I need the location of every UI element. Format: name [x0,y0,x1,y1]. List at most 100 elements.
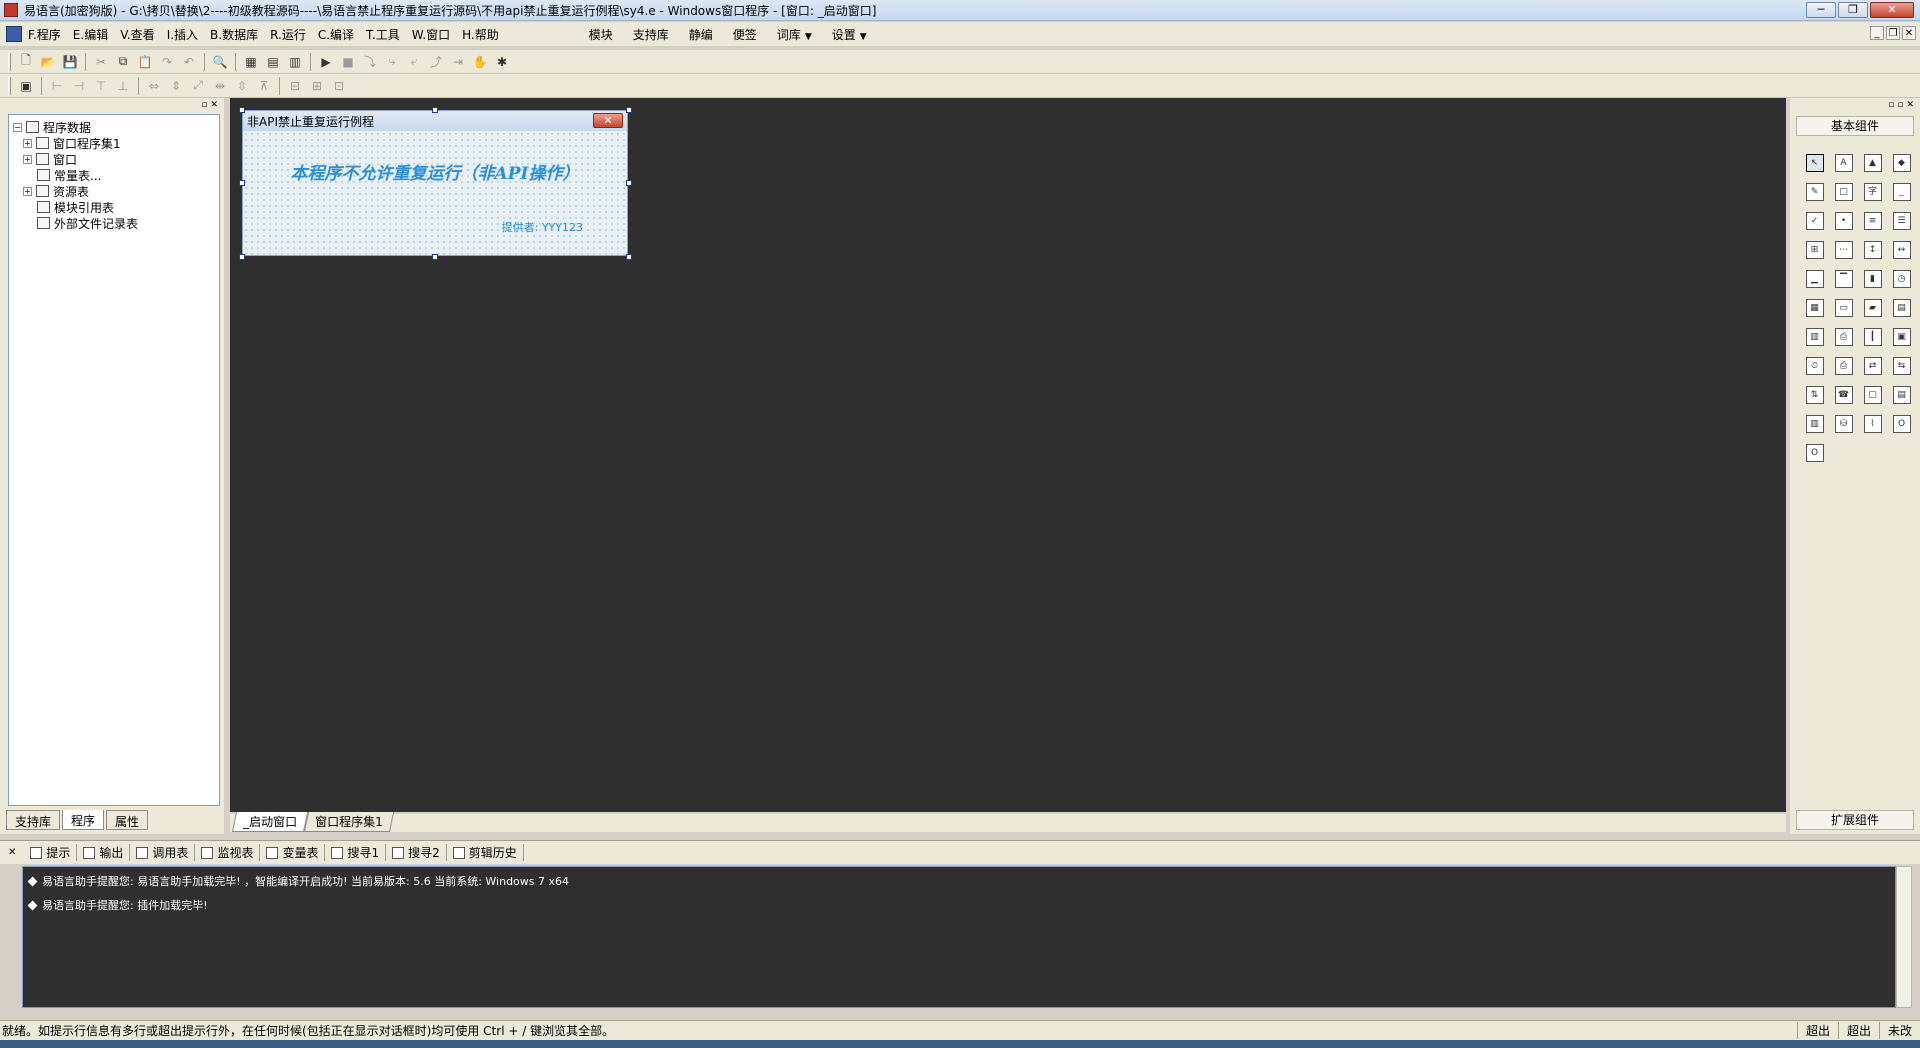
run-to-cursor-icon[interactable]: ⇥ [447,52,469,72]
step-over-icon[interactable]: ⤶ [403,52,425,72]
layout2-icon[interactable]: ▤ [262,52,284,72]
component-radio[interactable]: • [1829,206,1858,235]
tab-program[interactable]: 程序 [62,810,105,830]
menu-app-icon[interactable] [6,26,22,42]
debug-icon[interactable]: ✱ [491,52,513,72]
calc-icon[interactable]: ▣ [15,76,37,96]
tab-window-class[interactable]: 窗口程序集1 [303,812,394,832]
save-icon[interactable]: 💾 [59,52,81,72]
collapse-icon[interactable]: − [13,122,22,132]
align-left-icon[interactable]: ⊢ [46,76,68,96]
form-window[interactable]: 非API禁止重复运行例程 ✕ 本程序不允许重复运行（非API操作） 提供者: Y… [242,110,628,256]
step-out-icon[interactable]: ⤴ [425,52,447,72]
menu-notes[interactable]: 便签 [733,26,757,43]
component-window[interactable]: ▢ [1858,380,1887,409]
component-print[interactable]: ⎙ [1829,351,1858,380]
resize-handle[interactable] [432,107,438,113]
resize-handle[interactable] [239,254,245,260]
form-close-button[interactable]: ✕ [593,113,623,128]
component-dbtable[interactable]: ▥ [1800,409,1829,438]
run-icon[interactable]: ▶ [315,52,337,72]
stop-icon[interactable]: ■ [337,52,359,72]
expand-icon[interactable]: + [23,186,32,196]
tree-item-constants[interactable]: 常量表... [13,167,215,183]
menu-edit[interactable]: E.编辑 [73,26,108,43]
resize-handle[interactable] [626,180,632,186]
component-odbc2[interactable]: O [1800,438,1829,467]
layout-icon[interactable]: ▦ [240,52,262,72]
component-combobox[interactable]: ☰ [1887,206,1916,235]
component-odbc[interactable]: O [1887,409,1916,438]
toolbar-grip[interactable] [8,52,11,71]
minimize-button[interactable]: ─ [1806,2,1836,18]
copy-icon[interactable]: ⧉ [112,52,134,72]
find-icon[interactable]: 🔍 [209,52,231,72]
component-char[interactable]: 字 [1858,177,1887,206]
menu-window[interactable]: W.窗口 [412,26,450,43]
tree-item-class[interactable]: + 窗口程序集1 [13,135,215,151]
close-button[interactable]: ✕ [1870,2,1914,18]
paste-icon[interactable]: 📋 [134,52,156,72]
maximize-button[interactable]: ❐ [1838,2,1868,18]
component-shape[interactable]: ◆ [1887,148,1916,177]
tree-item-external-files[interactable]: 外部文件记录表 [13,215,215,231]
menu-compile[interactable]: C.编译 [318,26,354,43]
menu-help[interactable]: H.帮助 [462,26,499,43]
tab-search1[interactable]: 搜寻1 [325,844,387,861]
component-frame[interactable]: □ [1829,177,1858,206]
menu-settings[interactable]: 设置 ▼ [832,26,867,43]
step-into-icon[interactable]: ⤷ [381,52,403,72]
tab-call-stack[interactable]: 调用表 [130,844,196,861]
output-close-icon[interactable]: ✕ [8,847,16,858]
menu-support-lib[interactable]: 支持库 [633,26,669,43]
component-clock[interactable]: ◷ [1887,264,1916,293]
component-line[interactable]: _ [1887,177,1916,206]
component-label[interactable]: A [1829,148,1858,177]
component-hscroll[interactable]: ↔ [1887,235,1916,264]
output-scrollbar[interactable] [1896,866,1912,1008]
menu-static-compile[interactable]: 静编 [689,26,713,43]
align-center-icon[interactable]: ⊣ [68,76,90,96]
component-scale[interactable]: ⋯ [1829,235,1858,264]
align-top-icon[interactable]: ⊤ [90,76,112,96]
mdi-minimize-button[interactable]: _ [1870,26,1884,40]
component-network2[interactable]: ⇆ [1887,351,1916,380]
component-dialup[interactable]: ☎ [1829,380,1858,409]
center-h-icon[interactable]: ⊟ [284,76,306,96]
component-panel[interactable]: ▣ [1887,322,1916,351]
component-listbox[interactable]: ≡ [1858,206,1887,235]
design-area[interactable]: 非API禁止重复运行例程 ✕ 本程序不允许重复运行（非API操作） 提供者: Y… [230,98,1786,812]
distribute-icon[interactable]: ⊼ [253,76,275,96]
component-timer[interactable]: ⏲ [1800,351,1829,380]
tab-hint[interactable]: 提示 [24,844,78,861]
menu-tools[interactable]: T.工具 [366,26,400,43]
hand-icon[interactable]: ✋ [469,52,491,72]
tree-item-modules[interactable]: 模块引用表 [13,199,215,215]
align-bottom-icon[interactable]: ⊥ [112,76,134,96]
output-pane[interactable]: 易语言助手提醒您: 易语言助手加载完毕! ，智能编译开启成功! 当前易版本: 5… [22,866,1896,1008]
form-label-main[interactable]: 本程序不允许重复运行（非API操作） [243,159,627,184]
panel-float-icon[interactable]: ▫ [1897,100,1903,112]
mdi-restore-button[interactable]: ❐ [1886,26,1900,40]
resize-handle[interactable] [626,107,632,113]
mdi-close-button[interactable]: ✕ [1902,26,1916,40]
panel-close-icon[interactable]: ✕ [1906,100,1914,112]
tab-properties[interactable]: 属性 [106,810,149,830]
expand-icon[interactable]: + [23,138,32,148]
open-file-icon[interactable]: 📂 [37,52,59,72]
v-spacing-icon[interactable]: ⇳ [231,76,253,96]
component-windows[interactable]: ▤ [1887,380,1916,409]
tab-variables[interactable]: 变量表 [260,844,326,861]
expand-icon[interactable]: + [23,154,32,164]
panel-close-icon[interactable]: ✕ [210,100,218,112]
menu-module[interactable]: 模块 [589,26,613,43]
toolbar-grip[interactable] [8,76,11,95]
component-splitter[interactable]: ┃ [1858,322,1887,351]
tab-startup-window[interactable]: _启动窗口 [231,812,309,832]
component-socket[interactable]: ⇅ [1800,380,1829,409]
form-label-author[interactable]: 提供者: YYY123 [502,219,583,235]
component-pointer[interactable]: ↖ [1800,148,1829,177]
component-ruler[interactable]: ▁ [1800,264,1829,293]
menu-program[interactable]: F.程序 [28,26,61,43]
menu-lexicon[interactable]: 词库 ▼ [777,26,812,43]
